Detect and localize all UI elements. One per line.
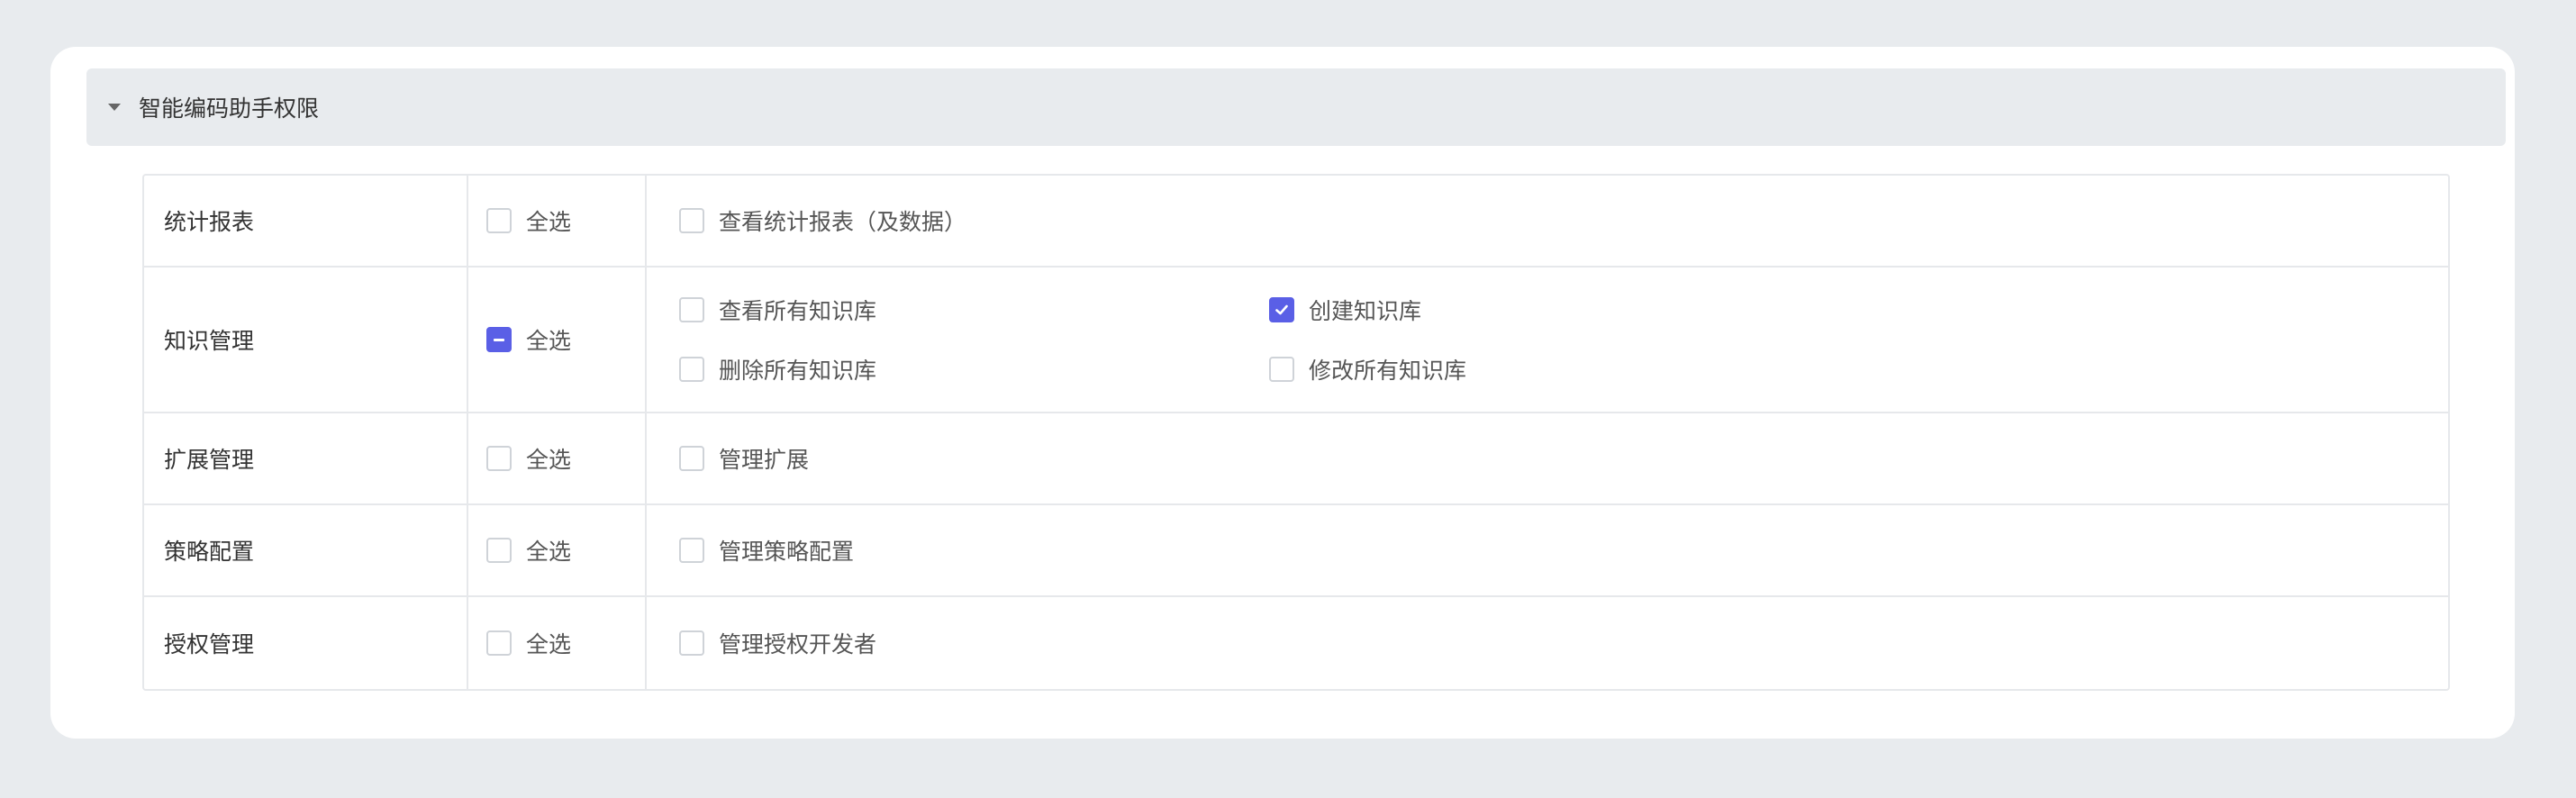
caret-down-icon[interactable] [108,104,121,111]
section-title: 智能编码助手权限 [139,95,320,122]
permission-label[interactable]: 查看统计报表（及数据） [719,204,966,237]
permission-checkbox[interactable] [1269,297,1294,322]
permissions-cell: 查看统计报表（及数据） [647,176,2448,266]
permission-item[interactable]: 删除所有知识库 [679,353,1269,385]
table-row: 统计报表 全选 查看统计报表（及数据） [144,176,2448,268]
select-all-cell: 全选 [468,597,647,689]
select-all-label[interactable]: 全选 [526,204,571,237]
permissions-card: 智能编码助手权限 统计报表 全选 查看统计报表（及数据） 知识管理 全选 查看所… [50,47,2515,739]
permission-label[interactable]: 管理扩展 [719,442,809,475]
select-all-cell: 全选 [468,268,647,412]
permission-item[interactable]: 管理授权开发者 [679,627,1269,659]
permissions-cell: 查看所有知识库 创建知识库 删除所有知识库 修改所有知识库 [647,268,2448,412]
permission-item[interactable]: 管理扩展 [679,442,1269,475]
table-row: 扩展管理 全选 管理扩展 [144,413,2448,505]
select-all-checkbox[interactable] [486,208,512,233]
module-name: 扩展管理 [144,413,468,503]
permission-item[interactable]: 创建知识库 [1269,294,1859,326]
permissions-table: 统计报表 全选 查看统计报表（及数据） 知识管理 全选 查看所有知识库 创建知识… [142,174,2450,691]
permission-label[interactable]: 管理策略配置 [719,534,854,567]
select-all-cell: 全选 [468,176,647,266]
module-name: 策略配置 [144,505,468,595]
module-name: 授权管理 [144,597,468,689]
check-icon [1275,304,1288,315]
select-all-cell: 全选 [468,413,647,503]
permission-item[interactable]: 管理策略配置 [679,534,1269,567]
permissions-cell: 管理扩展 [647,413,2448,503]
permission-checkbox[interactable] [679,446,704,471]
permission-checkbox[interactable] [679,357,704,382]
permission-item[interactable]: 查看所有知识库 [679,294,1269,326]
permissions-cell: 管理策略配置 [647,505,2448,595]
permissions-cell: 管理授权开发者 [647,597,2448,689]
select-all-checkbox[interactable] [486,446,512,471]
permission-label[interactable]: 查看所有知识库 [719,294,876,326]
select-all-label[interactable]: 全选 [526,442,571,475]
permission-item[interactable]: 查看统计报表（及数据） [679,204,1269,237]
permission-checkbox[interactable] [679,297,704,322]
table-row: 策略配置 全选 管理策略配置 [144,505,2448,597]
minus-icon [494,338,504,341]
table-row: 授权管理 全选 管理授权开发者 [144,597,2448,689]
module-name: 统计报表 [144,176,468,266]
permission-label[interactable]: 创建知识库 [1309,294,1421,326]
select-all-label[interactable]: 全选 [526,627,571,659]
select-all-checkbox[interactable] [486,630,512,656]
permission-label[interactable]: 修改所有知识库 [1309,353,1466,385]
permission-checkbox[interactable] [679,538,704,563]
table-row: 知识管理 全选 查看所有知识库 创建知识库 删除所有知识库 修改所有知识库 [144,268,2448,413]
permission-checkbox[interactable] [679,208,704,233]
section-header[interactable]: 智能编码助手权限 [86,68,2506,146]
select-all-checkbox[interactable] [486,327,512,352]
select-all-cell: 全选 [468,505,647,595]
permission-checkbox[interactable] [679,630,704,656]
select-all-checkbox[interactable] [486,538,512,563]
module-name: 知识管理 [144,268,468,412]
permission-item[interactable]: 修改所有知识库 [1269,353,1859,385]
permission-label[interactable]: 管理授权开发者 [719,627,876,659]
select-all-label[interactable]: 全选 [526,323,571,356]
select-all-label[interactable]: 全选 [526,534,571,567]
permission-label[interactable]: 删除所有知识库 [719,353,876,385]
permission-checkbox[interactable] [1269,357,1294,382]
